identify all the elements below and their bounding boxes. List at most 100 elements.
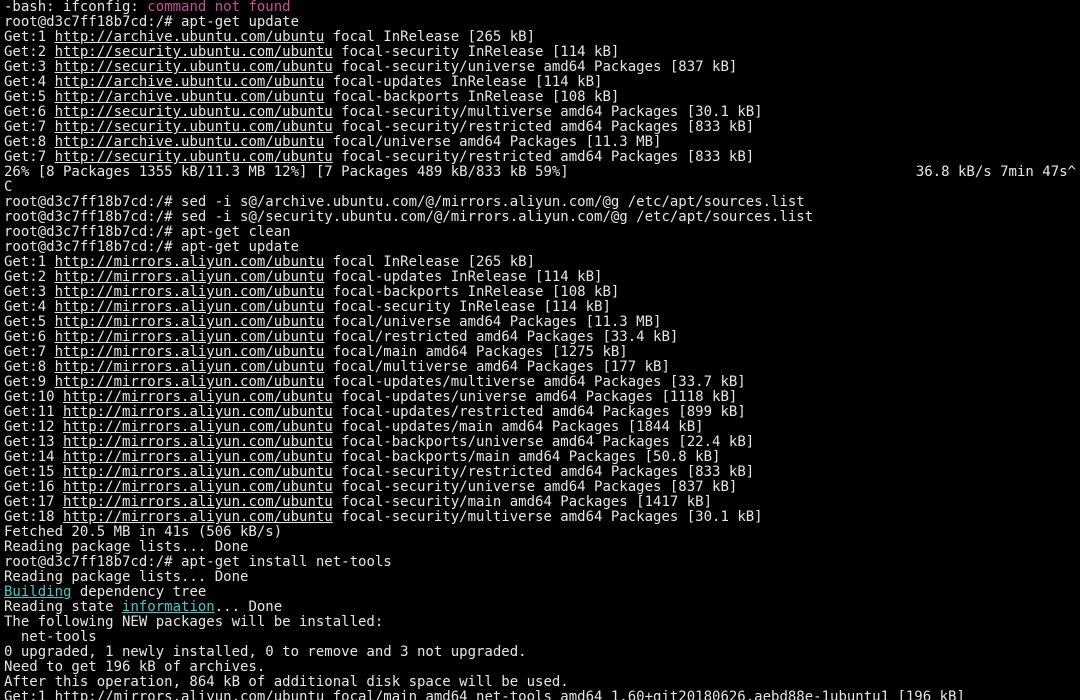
get-suffix: focal-security/universe amd64 Packages […	[333, 479, 738, 495]
line-get: Get:3 http://mirrors.aliyun.com/ubuntu f…	[4, 285, 1076, 300]
get-suffix: focal InRelease [265 kB]	[324, 29, 535, 45]
repo-link[interactable]: http://mirrors.aliyun.com/ubuntu	[55, 269, 325, 285]
get-label: Get:8	[4, 359, 55, 375]
get-suffix: focal/universe amd64 Packages [11.3 MB]	[324, 314, 661, 330]
reading-pkg-lists: Reading package lists... Done	[4, 569, 248, 585]
repo-link[interactable]: http://mirrors.aliyun.com/ubuntu	[63, 494, 333, 510]
get-suffix: focal-updates/multiverse amd64 Packages …	[324, 374, 745, 390]
get-label: Get:1	[4, 254, 55, 270]
line-reading-state: Reading state information... Done	[4, 600, 1076, 615]
line-get: Get:5 http://archive.ubuntu.com/ubuntu f…	[4, 90, 1076, 105]
line-building: Building dependency tree	[4, 585, 1076, 600]
get-suffix: focal-security/restricted amd64 Packages…	[333, 149, 754, 165]
repo-link[interactable]: http://mirrors.aliyun.com/ubuntu	[55, 314, 325, 330]
get-suffix: focal-updates/universe amd64 Packages [1…	[333, 389, 738, 405]
get-suffix: focal-backports InRelease [108 kB]	[324, 89, 619, 105]
shell-prompt: root@d3c7ff18b7cd:/#	[4, 554, 181, 570]
repo-link[interactable]: http://mirrors.aliyun.com/ubuntu	[63, 479, 333, 495]
line-get: Get:18 http://mirrors.aliyun.com/ubuntu …	[4, 510, 1076, 525]
line-reading: Reading package lists... Done	[4, 540, 1076, 555]
get-label: Get:3	[4, 284, 55, 300]
get-label: Get:4	[4, 299, 55, 315]
cmd-sed-2[interactable]: sed -i s@/security.ubuntu.com/@/mirrors.…	[181, 209, 813, 225]
line-get: Get:3 http://security.ubuntu.com/ubuntu …	[4, 60, 1076, 75]
get-suffix: focal-backports InRelease [108 kB]	[324, 284, 619, 300]
get-label: Get:14	[4, 449, 63, 465]
get-suffix: focal-security/restricted amd64 Packages…	[333, 464, 754, 480]
ctrl-c-char: C	[4, 179, 12, 195]
cmd-apt-update-2[interactable]: apt-get update	[181, 239, 299, 255]
line-get: Get:4 http://mirrors.aliyun.com/ubuntu f…	[4, 300, 1076, 315]
line-get: Get:12 http://mirrors.aliyun.com/ubuntu …	[4, 420, 1076, 435]
line-fetched: Fetched 20.5 MB in 41s (506 kB/s)	[4, 525, 1076, 540]
repo-link[interactable]: http://mirrors.aliyun.com/ubuntu	[55, 689, 325, 700]
fetched-line: Fetched 20.5 MB in 41s (506 kB/s)	[4, 524, 282, 540]
repo-link[interactable]: http://mirrors.aliyun.com/ubuntu	[55, 344, 325, 360]
get-label: Get:7	[4, 344, 55, 360]
repo-link[interactable]: http://mirrors.aliyun.com/ubuntu	[63, 389, 333, 405]
shell-prompt: root@d3c7ff18b7cd:/#	[4, 194, 181, 210]
repo-link[interactable]: http://mirrors.aliyun.com/ubuntu	[55, 374, 325, 390]
repo-link[interactable]: http://mirrors.aliyun.com/ubuntu	[63, 419, 333, 435]
repo-link[interactable]: http://mirrors.aliyun.com/ubuntu	[55, 284, 325, 300]
building-word: Building	[4, 584, 71, 600]
line-get: Get:1 http://mirrors.aliyun.com/ubuntu f…	[4, 255, 1076, 270]
repo-link[interactable]: http://security.ubuntu.com/ubuntu	[55, 59, 333, 75]
information-word: information	[122, 599, 215, 615]
cmd-apt-get-update[interactable]: apt-get update	[181, 14, 299, 30]
get-suffix: focal-backports/main amd64 Packages [50.…	[333, 449, 721, 465]
get-label: Get:11	[4, 404, 63, 420]
line-bash-error: -bash: ifconfig: command not found	[4, 0, 1076, 15]
repo-link[interactable]: http://security.ubuntu.com/ubuntu	[55, 119, 333, 135]
get-label: Get:18	[4, 509, 63, 525]
repo-link[interactable]: http://security.ubuntu.com/ubuntu	[55, 44, 333, 60]
line-get: Get:15 http://mirrors.aliyun.com/ubuntu …	[4, 465, 1076, 480]
bash-error-msg: command not found	[147, 0, 290, 15]
line-reading: Reading package lists... Done	[4, 570, 1076, 585]
get-label: Get:6	[4, 329, 55, 345]
progress-text: 26% [8 Packages 1355 kB/11.3 MB 12%] [7 …	[4, 164, 569, 180]
get-suffix: focal-backports/universe amd64 Packages …	[333, 434, 754, 450]
repo-link[interactable]: http://mirrors.aliyun.com/ubuntu	[63, 434, 333, 450]
line-get: Get:11 http://mirrors.aliyun.com/ubuntu …	[4, 405, 1076, 420]
repo-link[interactable]: http://archive.ubuntu.com/ubuntu	[55, 29, 325, 45]
get-suffix: focal-updates InRelease [114 kB]	[324, 74, 602, 90]
line-get: Get:10 http://mirrors.aliyun.com/ubuntu …	[4, 390, 1076, 405]
repo-link[interactable]: http://archive.ubuntu.com/ubuntu	[55, 74, 325, 90]
line-get: Get:9 http://mirrors.aliyun.com/ubuntu f…	[4, 375, 1076, 390]
get-suffix: focal/multiverse amd64 Packages [177 kB]	[324, 359, 670, 375]
line-get: Get:7 http://security.ubuntu.com/ubuntu …	[4, 150, 1076, 165]
line-get: Get:17 http://mirrors.aliyun.com/ubuntu …	[4, 495, 1076, 510]
get-suffix: focal InRelease [265 kB]	[324, 254, 535, 270]
repo-link[interactable]: http://mirrors.aliyun.com/ubuntu	[55, 329, 325, 345]
get-suffix: focal-security InRelease [114 kB]	[324, 299, 611, 315]
repo-link[interactable]: http://mirrors.aliyun.com/ubuntu	[55, 299, 325, 315]
shell-prompt: root@d3c7ff18b7cd:/#	[4, 239, 181, 255]
cmd-apt-clean[interactable]: apt-get clean	[181, 224, 291, 240]
shell-prompt: root@d3c7ff18b7cd:/#	[4, 209, 181, 225]
repo-link[interactable]: http://archive.ubuntu.com/ubuntu	[55, 89, 325, 105]
line-afterop: After this operation, 864 kB of addition…	[4, 675, 1076, 690]
get-label: Get:7	[4, 149, 55, 165]
repo-link[interactable]: http://security.ubuntu.com/ubuntu	[55, 149, 333, 165]
cmd-apt-install[interactable]: apt-get install net-tools	[181, 554, 392, 570]
line-get: Get:6 http://security.ubuntu.com/ubuntu …	[4, 105, 1076, 120]
repo-link[interactable]: http://mirrors.aliyun.com/ubuntu	[63, 464, 333, 480]
repo-link[interactable]: http://security.ubuntu.com/ubuntu	[55, 104, 333, 120]
line-get: Get:6 http://mirrors.aliyun.com/ubuntu f…	[4, 330, 1076, 345]
line-cmd: root@d3c7ff18b7cd:/# apt-get update	[4, 240, 1076, 255]
line-get: Get:2 http://mirrors.aliyun.com/ubuntu f…	[4, 270, 1076, 285]
get-suffix: focal-updates/main amd64 Packages [1844 …	[333, 419, 704, 435]
repo-link[interactable]: http://mirrors.aliyun.com/ubuntu	[63, 449, 333, 465]
repo-link[interactable]: http://mirrors.aliyun.com/ubuntu	[55, 254, 325, 270]
repo-link[interactable]: http://mirrors.aliyun.com/ubuntu	[63, 509, 333, 525]
get-label: Get:1	[4, 29, 55, 45]
cmd-sed-1[interactable]: sed -i s@/archive.ubuntu.com/@/mirrors.a…	[181, 194, 805, 210]
repo-link[interactable]: http://mirrors.aliyun.com/ubuntu	[55, 359, 325, 375]
terminal-output[interactable]: -bash: ifconfig: command not found root@d…	[0, 0, 1080, 700]
get-suffix: focal-updates InRelease [114 kB]	[324, 269, 602, 285]
line-get: Get:1 http://mirrors.aliyun.com/ubuntu f…	[4, 690, 1076, 700]
line-get: Get:8 http://archive.ubuntu.com/ubuntu f…	[4, 135, 1076, 150]
repo-link[interactable]: http://mirrors.aliyun.com/ubuntu	[63, 404, 333, 420]
repo-link[interactable]: http://archive.ubuntu.com/ubuntu	[55, 134, 325, 150]
